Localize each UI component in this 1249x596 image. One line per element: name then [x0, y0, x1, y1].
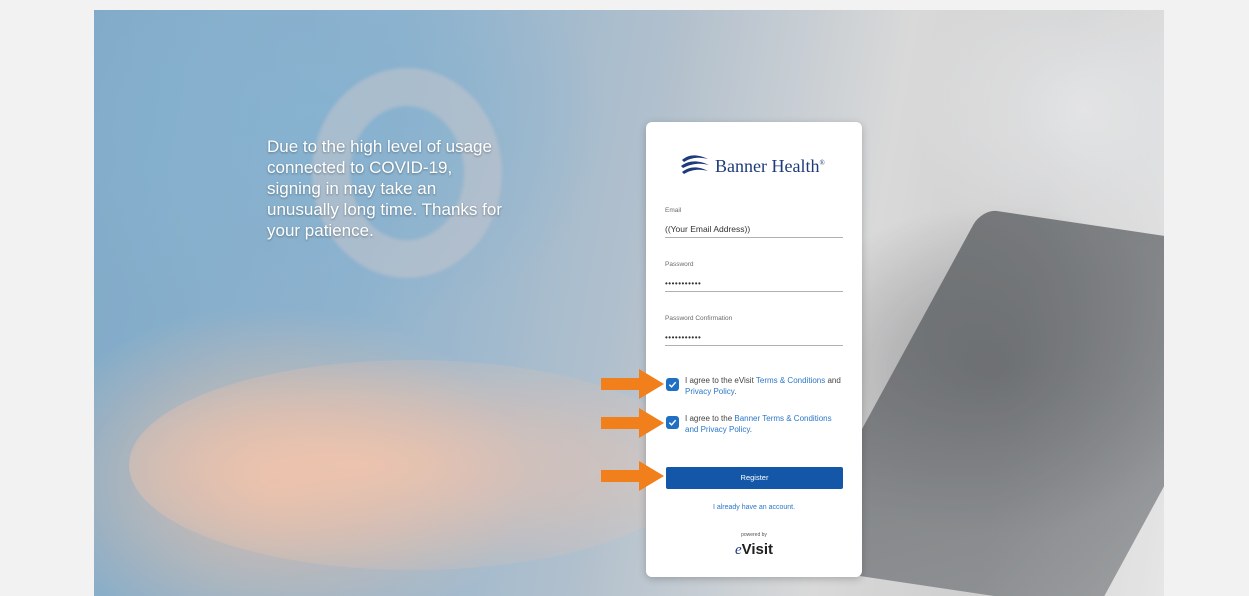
email-field-group: Email — [665, 207, 843, 238]
email-field[interactable] — [665, 221, 843, 238]
evisit-terms-agreement: I agree to the eVisit Terms & Conditions… — [666, 375, 846, 397]
arrow-right-icon — [601, 408, 664, 438]
password-field[interactable] — [665, 276, 843, 292]
password-confirmation-field[interactable] — [665, 330, 843, 346]
evisit-terms-text: I agree to the eVisit Terms & Conditions… — [685, 376, 841, 396]
email-label: Email — [665, 207, 682, 214]
banner-terms-checkbox[interactable] — [666, 416, 679, 429]
banner-health-logo: Banner Health® — [680, 152, 825, 180]
banner-wave-icon — [681, 155, 709, 174]
password-label: Password — [665, 261, 694, 268]
registration-card: Banner Health® Email Password Password C… — [646, 122, 862, 577]
password-field-group: Password — [665, 261, 843, 292]
powered-by-label: powered by — [741, 532, 767, 538]
evisit-terms-link[interactable]: Terms & Conditions — [756, 376, 825, 385]
evisit-logo: eVisit — [734, 541, 774, 558]
hero-background — [94, 10, 1164, 596]
password-confirmation-field-group: Password Confirmation — [665, 315, 843, 346]
evisit-privacy-link[interactable]: Privacy Policy — [685, 387, 734, 396]
page: Due to the high level of usage connected… — [0, 0, 1249, 596]
banner-terms-agreement: I agree to the Banner Terms & Conditions… — [666, 413, 846, 435]
banner-terms-text: I agree to the Banner Terms & Conditions… — [685, 414, 832, 434]
register-button[interactable]: Register — [666, 467, 843, 489]
existing-account-link[interactable]: I already have an account. — [646, 504, 862, 511]
arrow-right-icon — [601, 461, 664, 491]
brand-name: Banner Health® — [715, 155, 825, 176]
arrow-right-icon — [601, 369, 664, 399]
hero-overlay — [94, 10, 1164, 596]
evisit-terms-checkbox[interactable] — [666, 378, 679, 391]
password-confirmation-label: Password Confirmation — [665, 315, 733, 322]
checkmark-icon — [668, 381, 677, 388]
checkmark-icon — [668, 419, 677, 426]
covid-notice: Due to the high level of usage connected… — [267, 137, 502, 240]
